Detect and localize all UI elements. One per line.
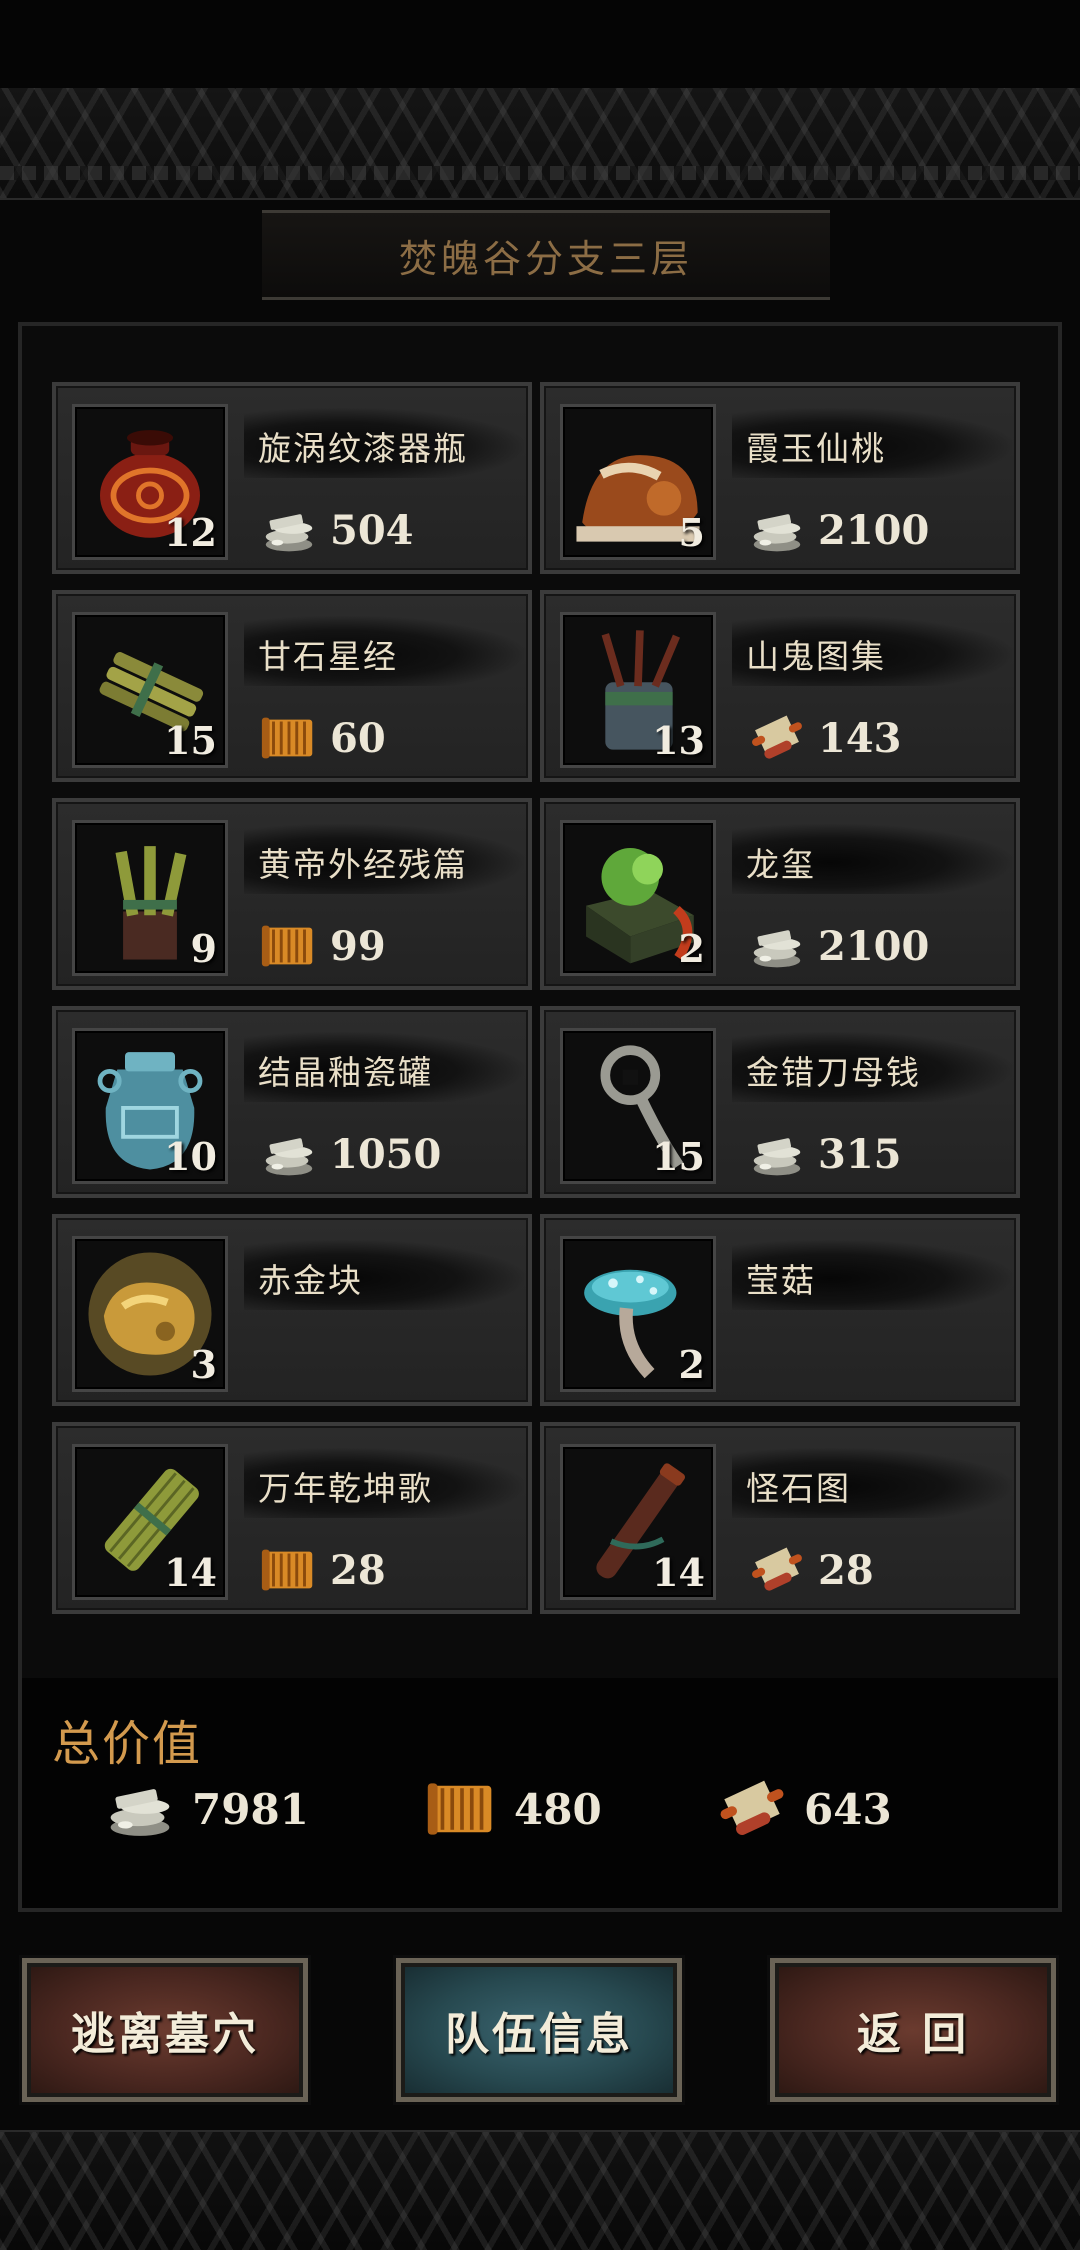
item-name: 万年乾坤歌 [258, 1469, 433, 1508]
loot-item-card[interactable]: 5 霞玉仙桃 2100 [540, 382, 1020, 574]
item-quantity: 2 [678, 926, 705, 971]
item-price: 1050 [258, 1126, 441, 1182]
item-thumbnail: 9 [72, 820, 228, 976]
item-thumbnail: 3 [72, 1236, 228, 1392]
item-thumbnail: 14 [72, 1444, 228, 1600]
orange-scroll-icon [261, 717, 313, 759]
orange-scroll-icon [261, 925, 313, 967]
item-price-value: 2100 [818, 506, 930, 554]
item-name: 山鬼图集 [746, 637, 886, 676]
item-thumbnail: 2 [560, 1236, 716, 1392]
item-price: 2100 [746, 502, 929, 558]
item-price: 143 [746, 710, 902, 766]
item-name: 金错刀母钱 [746, 1053, 921, 1092]
loot-item-card[interactable]: 12 旋涡纹漆器瓶 504 [52, 382, 532, 574]
silver-coins-icon [265, 1138, 313, 1176]
item-quantity: 14 [164, 1550, 217, 1595]
item-quantity: 9 [190, 926, 217, 971]
item-price-value: 504 [330, 506, 414, 554]
item-price-value: 99 [330, 922, 386, 970]
item-name: 结晶釉瓷罐 [258, 1053, 433, 1092]
map-scroll-icon [752, 1547, 802, 1591]
item-name: 甘石星经 [258, 637, 398, 676]
item-quantity: 13 [652, 718, 705, 763]
item-price-value: 143 [818, 714, 902, 762]
item-thumbnail: 5 [560, 404, 716, 560]
map-scroll-icon [720, 1780, 784, 1835]
item-quantity: 12 [164, 510, 217, 555]
item-price-value: 28 [330, 1546, 386, 1594]
total-map: 643 [710, 1774, 892, 1844]
item-price-value: 60 [330, 714, 386, 762]
back-button[interactable]: 返 回 [770, 1958, 1056, 2102]
loot-item-card[interactable]: 2 龙玺 2100 [540, 798, 1020, 990]
total-value-section: 总价值 7981 480 643 [22, 1678, 1058, 1908]
item-price-value: 315 [818, 1130, 902, 1178]
total-map-value: 643 [804, 1784, 892, 1834]
item-thumbnail: 10 [72, 1028, 228, 1184]
item-price: 28 [746, 1542, 874, 1598]
item-name: 黄帝外经残篇 [258, 845, 468, 884]
item-quantity: 5 [678, 510, 705, 555]
item-quantity: 3 [190, 1342, 217, 1387]
location-title: 焚魄谷分支三层 [398, 236, 693, 281]
loot-item-card[interactable]: 14 万年乾坤歌 28 [52, 1422, 532, 1614]
loot-item-card[interactable]: 15 金错刀母钱 315 [540, 1006, 1020, 1198]
item-price-value: 2100 [818, 922, 930, 970]
item-price: 60 [258, 710, 386, 766]
item-quantity: 15 [652, 1134, 705, 1179]
top-black-bar [0, 0, 1080, 88]
item-thumbnail: 15 [72, 612, 228, 768]
bottom-decorative-band [0, 2130, 1080, 2250]
item-name: 龙玺 [746, 845, 816, 884]
total-value-label: 总价值 [52, 1716, 203, 1772]
loot-list[interactable]: 12 旋涡纹漆器瓶 504 5 霞玉仙桃 2100 15 甘石星经 60 13 山鬼图集 143 9 黄帝… [52, 382, 1020, 1678]
total-coin: 7981 [98, 1774, 309, 1844]
silver-coins-icon [753, 1138, 801, 1176]
silver-coins-icon [110, 1789, 170, 1836]
item-thumbnail: 12 [72, 404, 228, 560]
item-price: 99 [258, 918, 386, 974]
loot-item-card[interactable]: 2 莹菇 [540, 1214, 1020, 1406]
team-info-button[interactable]: 队伍信息 [396, 1958, 682, 2102]
loot-item-card[interactable]: 13 山鬼图集 143 [540, 590, 1020, 782]
silver-coins-icon [753, 930, 801, 968]
orange-scroll-icon [427, 1783, 492, 1835]
item-quantity: 14 [652, 1550, 705, 1595]
item-thumbnail: 14 [560, 1444, 716, 1600]
loot-item-card[interactable]: 15 甘石星经 60 [52, 590, 532, 782]
item-name: 霞玉仙桃 [746, 429, 886, 468]
loot-item-card[interactable]: 3 赤金块 [52, 1214, 532, 1406]
map-scroll-icon [752, 715, 802, 759]
item-thumbnail: 13 [560, 612, 716, 768]
total-scroll-value: 480 [514, 1784, 602, 1834]
silver-coins-icon [753, 514, 801, 552]
item-price: 2100 [746, 918, 929, 974]
item-price-value: 1050 [330, 1130, 442, 1178]
item-thumbnail: 2 [560, 820, 716, 976]
orange-scroll-icon [261, 1549, 313, 1591]
item-name: 旋涡纹漆器瓶 [258, 429, 468, 468]
silver-coins-icon [265, 514, 313, 552]
item-name: 赤金块 [258, 1261, 363, 1300]
item-name: 莹菇 [746, 1261, 816, 1300]
item-price: 504 [258, 502, 414, 558]
total-coin-value: 7981 [192, 1784, 309, 1834]
loot-item-card[interactable]: 10 结晶釉瓷罐 1050 [52, 1006, 532, 1198]
total-scroll: 480 [420, 1774, 602, 1844]
item-thumbnail: 15 [560, 1028, 716, 1184]
item-quantity: 2 [678, 1342, 705, 1387]
loot-item-card[interactable]: 14 怪石图 28 [540, 1422, 1020, 1614]
item-quantity: 15 [164, 718, 217, 763]
escape-tomb-button[interactable]: 逃离墓穴 [22, 1958, 308, 2102]
loot-item-card[interactable]: 9 黄帝外经残篇 99 [52, 798, 532, 990]
top-decorative-band [0, 88, 1080, 200]
title-plate: 焚魄谷分支三层 [262, 210, 830, 300]
item-quantity: 10 [164, 1134, 217, 1179]
item-price: 28 [258, 1542, 386, 1598]
item-name: 怪石图 [746, 1469, 851, 1508]
item-price: 315 [746, 1126, 902, 1182]
item-price-value: 28 [818, 1546, 874, 1594]
